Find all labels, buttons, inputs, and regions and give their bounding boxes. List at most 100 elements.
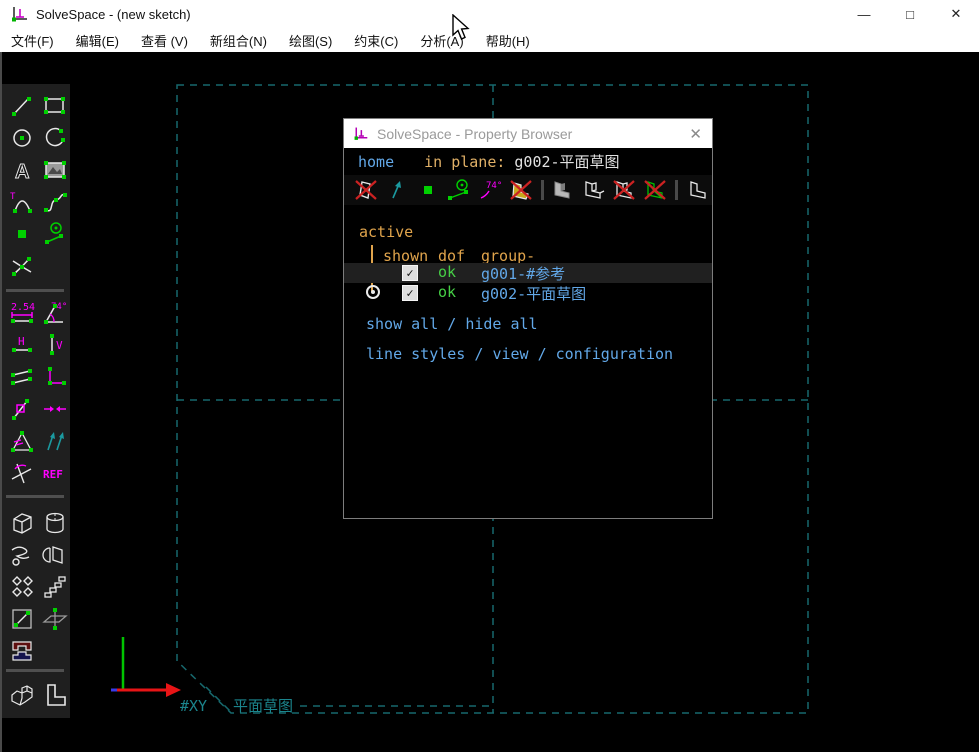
- other-angle-tool[interactable]: [9, 460, 35, 486]
- hide-all-link[interactable]: hide all: [465, 315, 537, 333]
- point-on-line-constraint-tool[interactable]: [9, 396, 35, 422]
- menu-new-group[interactable]: 新组合(N): [199, 28, 278, 52]
- circle-tool[interactable]: [9, 125, 35, 151]
- property-browser-close-button[interactable]: ✕: [689, 119, 702, 148]
- text-tool[interactable]: A: [9, 157, 35, 183]
- active-plane-name: g002-平面草图: [514, 151, 619, 172]
- outlines-toggle[interactable]: [611, 178, 638, 202]
- link-group-tool[interactable]: [9, 606, 35, 632]
- shown-checkbox[interactable]: ✓: [402, 285, 418, 301]
- point-tool[interactable]: [9, 221, 35, 247]
- group-name-link[interactable]: g002-平面草图: [481, 283, 586, 304]
- edges-toggle[interactable]: [580, 178, 607, 202]
- link-separator: /: [465, 345, 492, 363]
- property-browser-breadcrumb: home in plane: g002-平面草图: [344, 148, 712, 175]
- property-browser-window: SolveSpace - Property Browser ✕ home in …: [343, 118, 713, 519]
- translate-group-tool[interactable]: [9, 574, 35, 600]
- normals-toggle[interactable]: [384, 178, 411, 202]
- solvespace-app: { "window": { "title": "SolveSpace - (ne…: [0, 0, 979, 752]
- svg-text:74°: 74°: [486, 181, 502, 191]
- svg-text:2.54: 2.54: [11, 302, 35, 313]
- sketch-in-plane-tool[interactable]: [42, 606, 68, 632]
- home-link[interactable]: home: [358, 153, 394, 171]
- configuration-link[interactable]: configuration: [556, 345, 673, 363]
- origin-axes: [111, 637, 181, 697]
- config-links: line styles / view / configuration: [366, 345, 673, 363]
- construction-toggle[interactable]: [446, 178, 473, 202]
- group-name-link[interactable]: g001-#参考: [481, 263, 565, 284]
- equal-constraint-tool[interactable]: [9, 428, 35, 454]
- workplane-label-sketch[interactable]: 平面草图: [233, 697, 293, 715]
- line-styles-link[interactable]: line styles: [366, 345, 465, 363]
- dof-status: ok: [438, 263, 456, 281]
- toolbar-separator: [675, 180, 678, 200]
- tangent-arc-tool[interactable]: T: [9, 189, 35, 215]
- image-tool[interactable]: [42, 157, 68, 183]
- symmetric-constraint-tool[interactable]: [42, 396, 68, 422]
- toolbar-separator: [541, 180, 544, 200]
- shaded-view-toggle[interactable]: [549, 178, 576, 202]
- show-part-tool[interactable]: [9, 682, 35, 708]
- spline-tool[interactable]: [42, 189, 68, 215]
- menu-help[interactable]: 帮助(H): [475, 28, 541, 52]
- maximize-button[interactable]: □: [887, 0, 933, 28]
- angle-constraint-tool[interactable]: 74°: [42, 300, 68, 326]
- extrude-group-tool[interactable]: [9, 510, 35, 536]
- rotate-group-tool[interactable]: [42, 574, 68, 600]
- parallel-constraint-tool[interactable]: [9, 364, 35, 390]
- solvespace-logo-icon: [352, 125, 369, 142]
- mouse-cursor: [452, 14, 470, 41]
- dof-status: ok: [438, 283, 456, 301]
- construction-tool[interactable]: [42, 221, 68, 247]
- menu-constrain[interactable]: 约束(C): [343, 28, 409, 52]
- show-sketch-tool[interactable]: [42, 682, 68, 708]
- constraints-toggle[interactable]: 74°: [477, 178, 504, 202]
- property-browser-titlebar[interactable]: SolveSpace - Property Browser ✕: [344, 119, 712, 148]
- parallel-normals-tool[interactable]: [42, 428, 68, 454]
- step-repeat-group-tool[interactable]: [9, 638, 35, 664]
- link-separator: /: [529, 345, 556, 363]
- close-button[interactable]: ✕: [933, 0, 979, 28]
- show-hide-links: show all / hide all: [366, 315, 538, 333]
- split-curves-tool[interactable]: [9, 253, 35, 279]
- rectangle-tool[interactable]: [42, 93, 68, 119]
- group-row-g002[interactable]: ✓ ok g002-平面草图: [344, 283, 712, 303]
- window-title: SolveSpace - (new sketch): [36, 7, 191, 22]
- minimize-button[interactable]: —: [841, 0, 887, 28]
- mesh-toggle[interactable]: [642, 178, 669, 202]
- hide-workplanes-toggle[interactable]: [353, 178, 380, 202]
- left-toolbar: A T 2.54 74° H V REF: [2, 84, 70, 718]
- group-row-g001[interactable]: ✓ ok g001-#参考: [344, 263, 712, 283]
- helix-group-tool[interactable]: [9, 542, 35, 568]
- menu-sketch[interactable]: 绘图(S): [278, 28, 343, 52]
- active-group-radio[interactable]: [366, 285, 380, 299]
- toolbar-separator: [6, 289, 64, 292]
- points-toggle[interactable]: [415, 178, 442, 202]
- toolbar-separator: [6, 495, 64, 498]
- perpendicular-constraint-tool[interactable]: [42, 364, 68, 390]
- link-separator: /: [438, 315, 465, 333]
- view-link[interactable]: view: [492, 345, 528, 363]
- property-browser-title: SolveSpace - Property Browser: [377, 126, 572, 142]
- lathe-group-tool[interactable]: [42, 510, 68, 536]
- distance-constraint-tool[interactable]: 2.54: [9, 300, 35, 326]
- property-browser-content: active shown dof group-name ✓ ok g001-#参…: [344, 205, 712, 518]
- svg-text:T: T: [10, 192, 16, 202]
- property-browser-toolbar: 74°: [344, 175, 712, 205]
- show-all-link[interactable]: show all: [366, 315, 438, 333]
- window-border: [0, 52, 2, 752]
- reference-dimension-tool[interactable]: REF: [42, 460, 68, 486]
- shown-checkbox[interactable]: ✓: [402, 265, 418, 281]
- vertical-constraint-tool[interactable]: V: [42, 332, 68, 358]
- hidden-lines-toggle[interactable]: [683, 178, 710, 202]
- revolve-group-tool[interactable]: [42, 542, 68, 568]
- horizontal-constraint-tool[interactable]: H: [9, 332, 35, 358]
- line-tool[interactable]: [9, 93, 35, 119]
- menu-view[interactable]: 查看 (V): [130, 28, 199, 52]
- in-plane-label: in plane:: [424, 153, 505, 171]
- arc-tool[interactable]: [42, 125, 68, 151]
- workplane-label-xy[interactable]: #XY: [180, 697, 207, 715]
- menu-edit[interactable]: 编辑(E): [65, 28, 130, 52]
- menu-file[interactable]: 文件(F): [0, 28, 65, 52]
- faces-toggle[interactable]: [508, 178, 535, 202]
